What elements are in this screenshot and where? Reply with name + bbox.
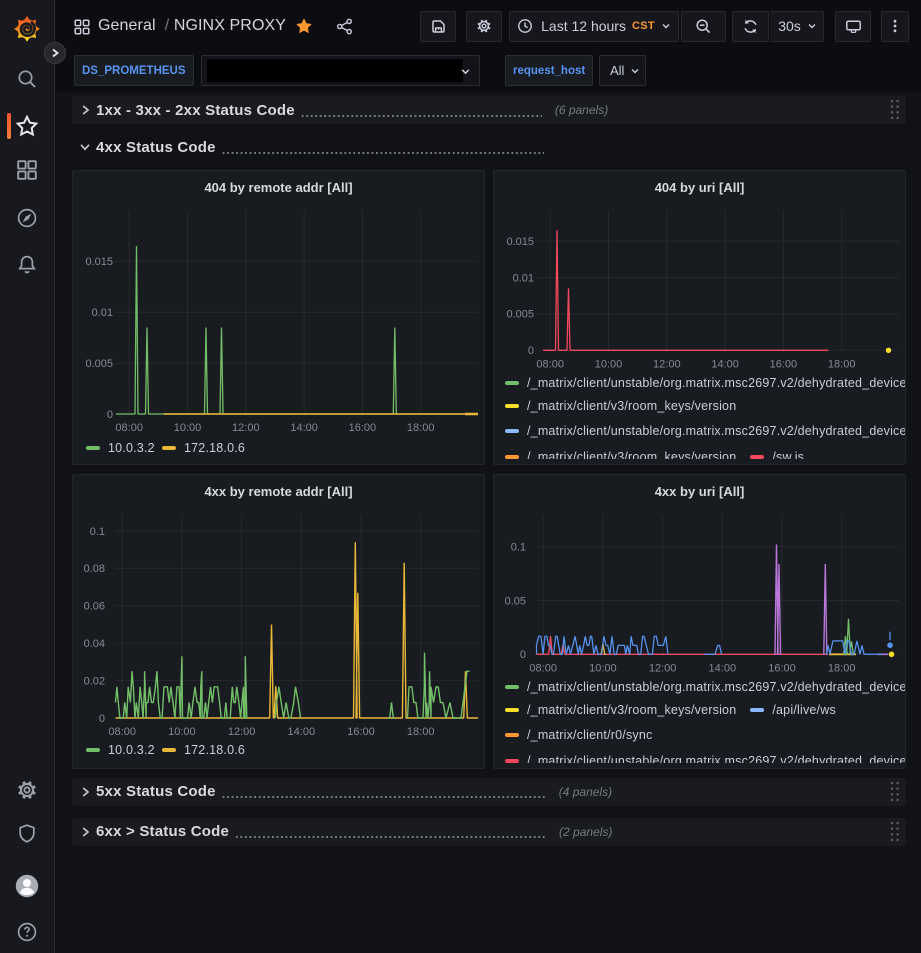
svg-text:16:00: 16:00	[349, 422, 377, 434]
svg-text:0.1: 0.1	[90, 526, 105, 538]
svg-text:0.04: 0.04	[84, 638, 105, 650]
svg-text:0.06: 0.06	[84, 601, 105, 613]
svg-text:0.01: 0.01	[513, 272, 534, 284]
svg-text:14:00: 14:00	[288, 726, 316, 738]
svg-text:0.015: 0.015	[506, 236, 534, 248]
svg-text:0.02: 0.02	[84, 675, 105, 687]
svg-text:0: 0	[99, 713, 105, 725]
svg-text:0.005: 0.005	[85, 358, 113, 370]
svg-text:16:00: 16:00	[347, 726, 375, 738]
svg-text:0.08: 0.08	[84, 563, 105, 575]
svg-text:18:00: 18:00	[407, 422, 435, 434]
svg-text:14:00: 14:00	[290, 422, 318, 434]
svg-text:0.05: 0.05	[505, 595, 526, 607]
svg-text:08:00: 08:00	[115, 422, 143, 434]
svg-text:0.1: 0.1	[511, 542, 526, 554]
svg-text:0: 0	[520, 649, 526, 661]
svg-text:0: 0	[528, 345, 534, 357]
svg-text:0.01: 0.01	[92, 307, 113, 319]
svg-text:10:00: 10:00	[174, 422, 202, 434]
svg-text:0.015: 0.015	[85, 256, 113, 268]
svg-text:0: 0	[107, 409, 113, 421]
svg-text:18:00: 18:00	[407, 726, 435, 738]
svg-text:12:00: 12:00	[228, 726, 256, 738]
svg-text:08:00: 08:00	[108, 726, 136, 738]
svg-text:10:00: 10:00	[168, 726, 196, 738]
svg-text:0.005: 0.005	[506, 309, 534, 321]
svg-text:12:00: 12:00	[232, 422, 260, 434]
